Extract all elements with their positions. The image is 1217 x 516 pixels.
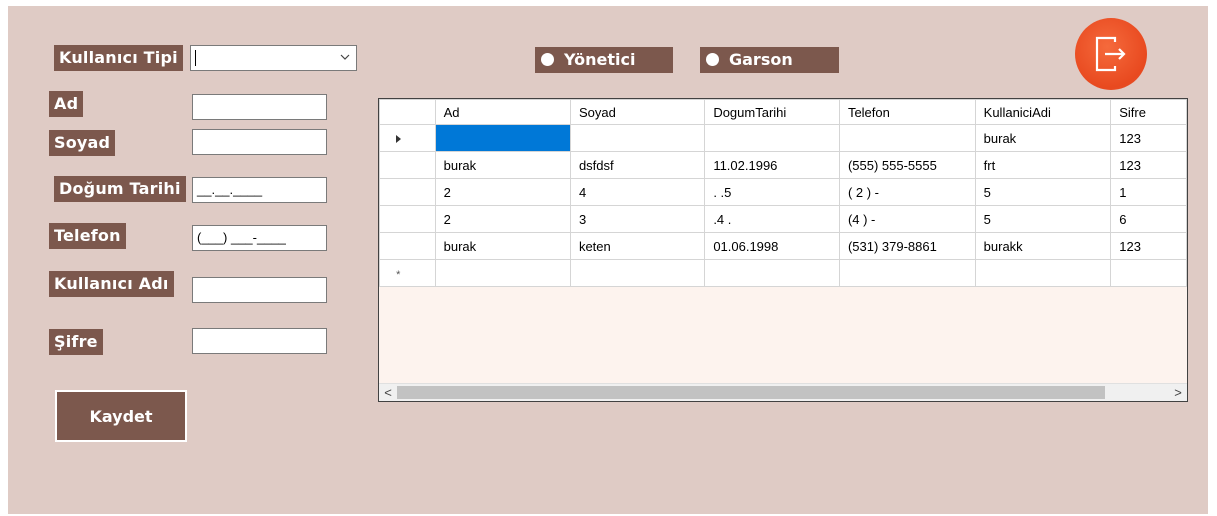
birth-date-label: Doğum Tarihi	[54, 176, 186, 202]
table-row[interactable]: burak dsfdsf 11.02.1996 (555) 555-5555 f…	[379, 151, 1187, 179]
table-cell[interactable]: 123	[1110, 124, 1187, 152]
table-cell[interactable]: (4 ) -	[838, 205, 976, 233]
table-cell[interactable]: burak	[434, 232, 571, 260]
password-input[interactable]	[192, 328, 327, 354]
text-caret	[195, 50, 196, 66]
waiter-radio-label: Garson	[729, 50, 793, 69]
table-cell[interactable]	[569, 259, 706, 287]
table-cell[interactable]: (555) 555-5555	[838, 151, 976, 179]
current-row-arrow-icon	[395, 134, 401, 143]
username-input[interactable]	[192, 277, 327, 303]
table-row[interactable]: burak 123	[379, 124, 1187, 152]
row-header[interactable]	[379, 124, 436, 152]
column-header[interactable]: Sifre	[1110, 99, 1187, 125]
column-header[interactable]: DogumTarihi	[704, 99, 840, 125]
admin-radio[interactable]: Yönetici	[535, 47, 673, 73]
table-cell[interactable]: 2	[434, 205, 571, 233]
row-header[interactable]	[379, 178, 436, 206]
table-cell[interactable]: dsfdsf	[569, 151, 706, 179]
waiter-radio[interactable]: Garson	[700, 47, 839, 73]
birth-date-input[interactable]: __.__.____	[192, 177, 327, 203]
table-cell[interactable]: 123	[1110, 232, 1187, 260]
table-cell[interactable]	[974, 259, 1112, 287]
table-cell[interactable]: keten	[569, 232, 706, 260]
table-cell[interactable]	[434, 259, 571, 287]
table-cell[interactable]	[704, 124, 840, 152]
table-row[interactable]: 2 3 .4 . (4 ) - 5 6	[379, 205, 1187, 233]
table-cell[interactable]: burakk	[974, 232, 1112, 260]
first-name-label: Ad	[49, 91, 84, 117]
table-row[interactable]: burak keten 01.06.1998 (531) 379-8861 bu…	[379, 232, 1187, 260]
radio-dot	[706, 53, 719, 66]
table-cell[interactable]: 11.02.1996	[704, 151, 840, 179]
table-cell[interactable]	[838, 259, 976, 287]
users-table: Ad Soyad DogumTarihi Telefon KullaniciAd…	[379, 99, 1187, 287]
phone-input[interactable]: (___) ___-____	[192, 225, 327, 251]
table-cell[interactable]	[569, 124, 706, 152]
password-label: Şifre	[49, 329, 103, 355]
table-cell[interactable]: 123	[1110, 151, 1187, 179]
last-name-input[interactable]	[192, 129, 327, 155]
table-row[interactable]: 2 4 . .5 ( 2 ) - 5 1	[379, 178, 1187, 206]
table-cell[interactable]: .4 .	[704, 205, 840, 233]
chevron-down-icon[interactable]	[340, 52, 350, 62]
column-header[interactable]: Telefon	[838, 99, 976, 125]
table-cell[interactable]: 01.06.1998	[704, 232, 840, 260]
row-header[interactable]	[379, 151, 436, 179]
new-row-marker: *	[396, 268, 401, 281]
phone-label: Telefon	[49, 223, 126, 249]
table-cell[interactable]: 6	[1110, 205, 1187, 233]
table-cell[interactable]: 3	[569, 205, 706, 233]
horizontal-scrollbar[interactable]: < >	[379, 383, 1187, 401]
table-cell[interactable]: ( 2 ) -	[838, 178, 976, 206]
row-header-corner	[379, 99, 436, 125]
column-header[interactable]: Soyad	[569, 99, 706, 125]
admin-radio-label: Yönetici	[564, 50, 636, 69]
user-type-label: Kullanıcı Tipi	[54, 45, 183, 71]
first-name-input[interactable]	[192, 94, 327, 120]
username-label: Kullanıcı Adı	[49, 271, 174, 297]
table-cell[interactable]: . .5	[704, 178, 840, 206]
exit-button[interactable]	[1075, 18, 1147, 90]
table-cell[interactable]	[704, 259, 840, 287]
table-cell[interactable]	[838, 124, 976, 152]
header-row: Ad Soyad DogumTarihi Telefon KullaniciAd…	[379, 99, 1187, 125]
table-cell[interactable]: 5	[974, 178, 1112, 206]
table-cell[interactable]: burak	[974, 124, 1112, 152]
table-cell[interactable]: frt	[974, 151, 1112, 179]
radio-dot	[541, 53, 554, 66]
table-cell[interactable]: 5	[974, 205, 1112, 233]
table-cell[interactable]	[434, 124, 571, 152]
scroll-thumb[interactable]	[397, 386, 1105, 399]
table-cell[interactable]: 4	[569, 178, 706, 206]
column-header[interactable]: KullaniciAdi	[974, 99, 1112, 125]
users-data-grid[interactable]: Ad Soyad DogumTarihi Telefon KullaniciAd…	[378, 98, 1188, 402]
last-name-label: Soyad	[49, 130, 116, 156]
row-header[interactable]	[379, 205, 436, 233]
logout-icon	[1095, 36, 1126, 72]
new-row[interactable]: *	[379, 259, 1187, 287]
save-button[interactable]: Kaydet	[55, 390, 187, 442]
table-cell[interactable]: 2	[434, 178, 571, 206]
scroll-right-button[interactable]: >	[1169, 384, 1187, 401]
row-header[interactable]	[379, 232, 436, 260]
user-type-combobox[interactable]	[190, 45, 357, 71]
table-cell[interactable]: (531) 379-8861	[838, 232, 976, 260]
scroll-left-button[interactable]: <	[379, 384, 397, 401]
table-cell[interactable]	[1110, 259, 1187, 287]
column-header[interactable]: Ad	[434, 99, 571, 125]
table-cell[interactable]: 1	[1110, 178, 1187, 206]
table-cell[interactable]: burak	[434, 151, 571, 179]
row-header[interactable]: *	[379, 259, 436, 287]
